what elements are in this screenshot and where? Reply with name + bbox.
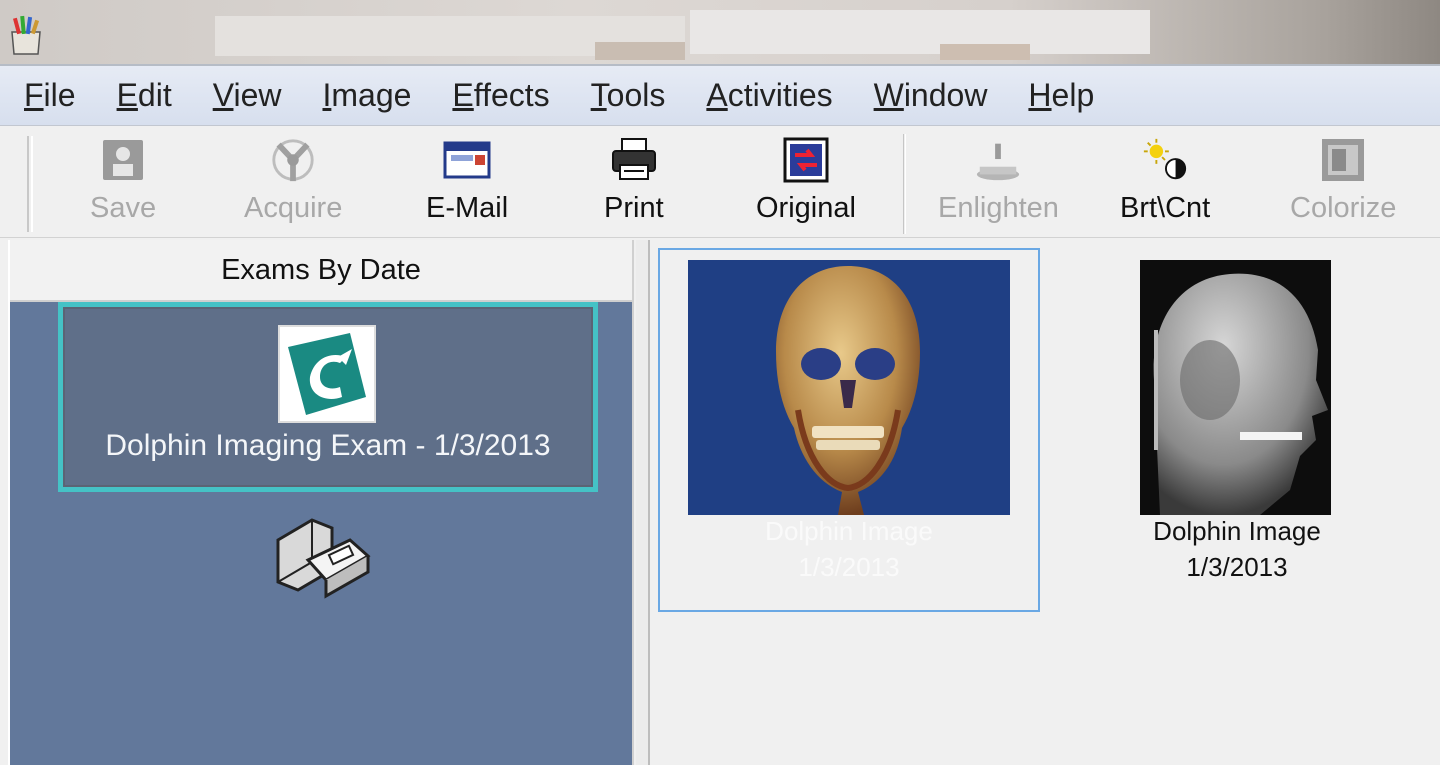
images-panel: Dolphin Image 1/3/2013 Dolphin Image 1/3… <box>652 240 1440 765</box>
menu-file[interactable]: File <box>24 77 76 114</box>
brightness-contrast-icon <box>1141 136 1189 184</box>
menu-view[interactable]: View <box>213 77 282 114</box>
menu-window[interactable]: Window <box>874 77 988 114</box>
original-button[interactable]: Original <box>756 136 856 225</box>
print-label: Print <box>604 192 664 224</box>
panel-splitter[interactable] <box>636 240 650 765</box>
menu-activities[interactable]: Activities <box>706 77 832 114</box>
title-bar <box>0 0 1440 64</box>
title-blur <box>940 44 1030 60</box>
colorize-button[interactable]: Colorize <box>1290 136 1396 225</box>
enlighten-icon <box>974 136 1022 184</box>
colorize-label: Colorize <box>1290 192 1397 224</box>
enlighten-button[interactable]: Enlighten <box>938 136 1059 225</box>
toolbar-grip[interactable] <box>27 136 33 232</box>
save-label: Save <box>90 192 157 224</box>
exams-panel: Exams By Date Dolphin Imaging Exam - 1/3… <box>8 240 634 765</box>
title-blur <box>595 42 685 60</box>
thumbnail-2-title: Dolphin Image <box>1153 516 1321 546</box>
original-label: Original <box>756 192 856 224</box>
scanner-icon[interactable] <box>272 510 372 600</box>
toolbar-separator <box>903 134 906 234</box>
menu-image[interactable]: Image <box>322 77 411 114</box>
brightness-contrast-button[interactable]: Brt\Cnt <box>1120 136 1210 225</box>
thumbnail-1-date: 1/3/2013 <box>798 552 900 582</box>
printer-icon <box>610 136 658 184</box>
save-button[interactable]: Save <box>90 136 156 225</box>
dolphin-logo-icon <box>278 325 376 423</box>
exams-header[interactable]: Exams By Date <box>10 240 632 302</box>
exam-item[interactable]: Dolphin Imaging Exam - 1/3/2013 <box>58 302 598 492</box>
menu-help[interactable]: Help <box>1028 77 1094 114</box>
save-icon <box>99 136 147 184</box>
title-blur <box>690 10 1150 54</box>
print-button[interactable]: Print <box>604 136 664 225</box>
ceph-xray-thumbnail[interactable] <box>1140 260 1331 515</box>
acquire-icon <box>269 136 317 184</box>
toolbar: Save Acquire E-Mail Print Original Enlig… <box>0 126 1440 238</box>
brightness-contrast-label: Brt\Cnt <box>1120 192 1211 224</box>
menu-effects[interactable]: Effects <box>452 77 549 114</box>
email-button[interactable]: E-Mail <box>426 136 508 225</box>
menu-edit[interactable]: Edit <box>117 77 172 114</box>
acquire-label: Acquire <box>244 192 343 224</box>
thumbnail-2-date: 1/3/2013 <box>1186 552 1288 582</box>
thumbnail-1-title: Dolphin Image <box>765 516 933 546</box>
acquire-button[interactable]: Acquire <box>244 136 342 225</box>
app-icon[interactable] <box>6 14 46 56</box>
enlighten-label: Enlighten <box>938 192 1059 224</box>
original-icon <box>782 136 830 184</box>
skull-3d-thumbnail[interactable] <box>688 260 1010 515</box>
email-label: E-Mail <box>426 192 509 224</box>
colorize-icon <box>1319 136 1367 184</box>
exam-label: Dolphin Imaging Exam - 1/3/2013 <box>105 429 551 462</box>
menu-tools[interactable]: Tools <box>591 77 666 114</box>
email-icon <box>443 136 491 184</box>
menu-bar: File Edit View Image Effects Tools Activ… <box>0 64 1440 126</box>
